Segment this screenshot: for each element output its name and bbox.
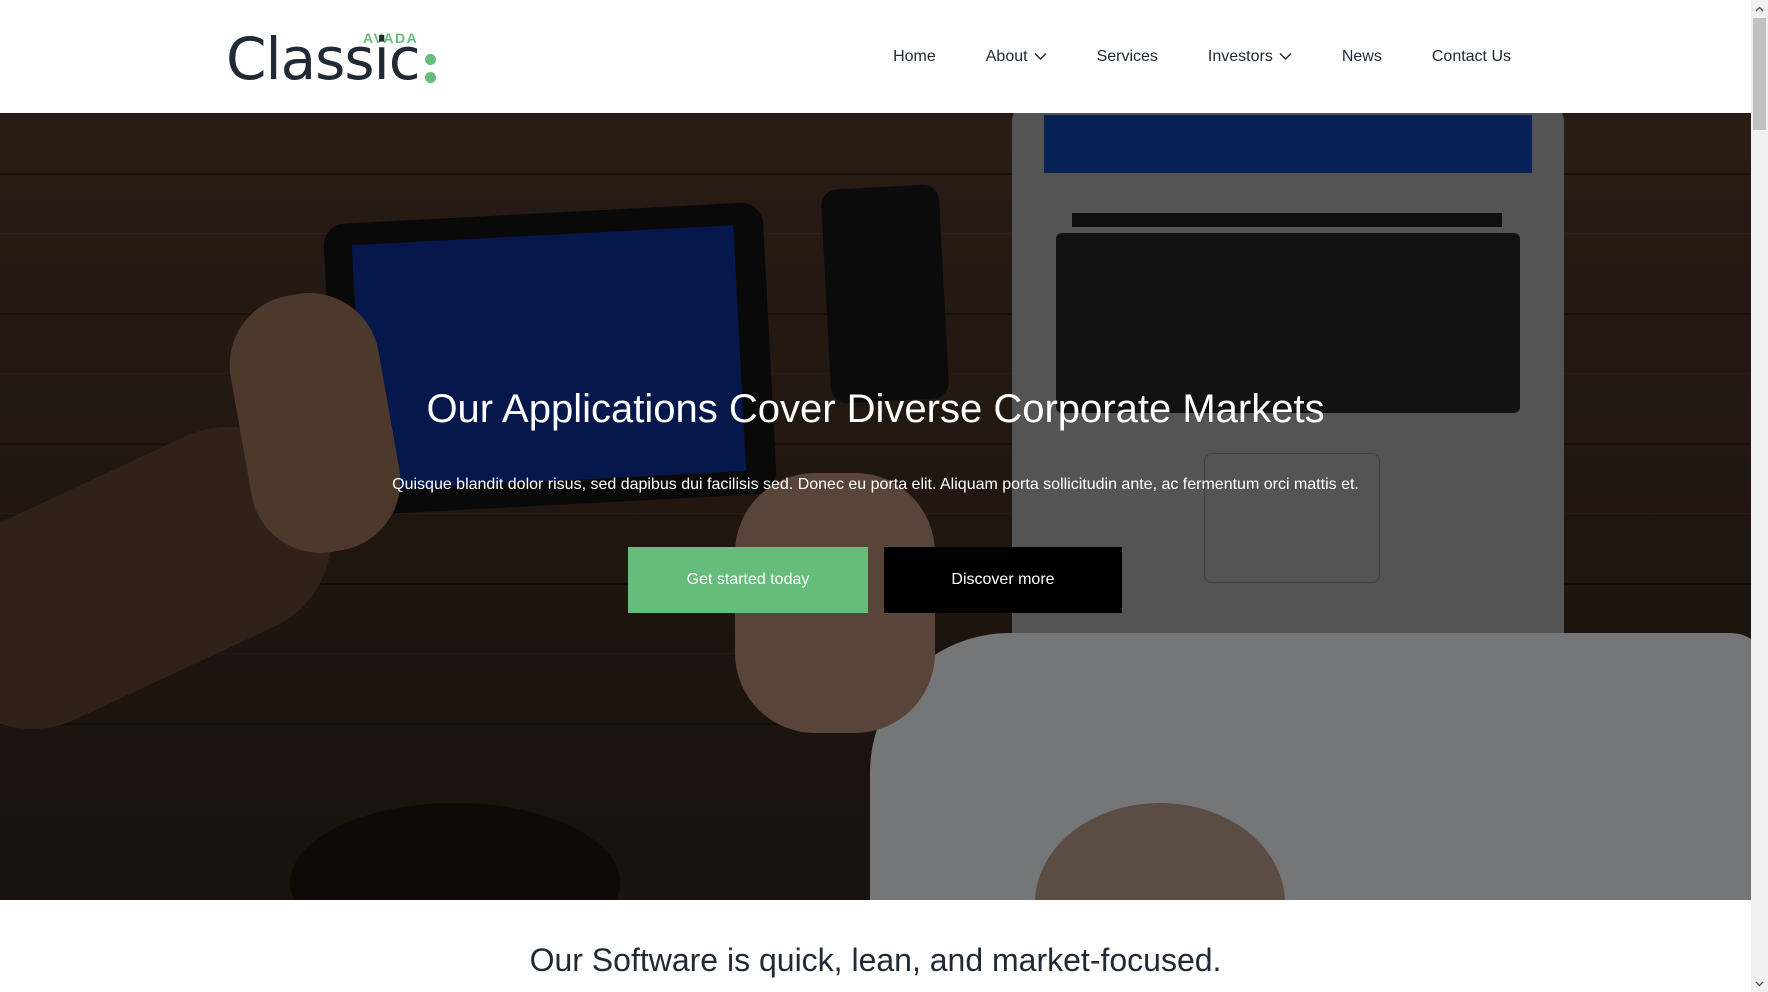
site-logo[interactable]: AVADA Classic <box>226 28 446 88</box>
nav-item-label: Investors <box>1207 47 1273 65</box>
hero-subtitle: Quisque blandit dolor risus, sed dapibus… <box>392 476 1359 493</box>
nav-item-label: About <box>985 47 1028 65</box>
nav-item-label: News <box>1341 47 1382 65</box>
nav-item-investors[interactable]: Investors <box>1208 48 1292 66</box>
nav-item-label: Home <box>893 47 936 65</box>
nav-item-services[interactable]: Services <box>1097 48 1158 66</box>
hero-dark-overlay <box>0 113 1751 900</box>
nav-item-label: Contact Us <box>1431 47 1511 65</box>
get-started-button[interactable]: Get started today <box>628 547 868 613</box>
scroll-up-arrow-icon[interactable] <box>1751 0 1768 17</box>
page: AVADA Classic Home About Services Invest… <box>0 0 1751 992</box>
discover-more-button[interactable]: Discover more <box>884 547 1122 613</box>
scroll-down-arrow-icon[interactable] <box>1751 975 1768 992</box>
main-nav: Home About Services Investors News Conta… <box>843 0 1511 113</box>
nav-item-news[interactable]: News <box>1342 48 1382 66</box>
nav-item-home[interactable]: Home <box>893 48 936 66</box>
hero-button-group: Get started today Discover more <box>628 547 1122 613</box>
chevron-down-icon <box>1279 52 1292 61</box>
hero-section: Our Applications Cover Diverse Corporate… <box>0 113 1751 900</box>
logo-colon-mark <box>425 50 437 86</box>
section-title: Our Software is quick, lean, and market-… <box>529 942 1222 978</box>
hero-title: Our Applications Cover Diverse Corporate… <box>426 387 1325 431</box>
nav-item-label: Services <box>1096 47 1158 65</box>
nav-item-contact[interactable]: Contact Us <box>1432 48 1511 66</box>
logo-main-text: Classic <box>226 25 421 93</box>
chevron-down-icon <box>1034 52 1047 61</box>
site-header: AVADA Classic Home About Services Invest… <box>0 0 1751 113</box>
nav-item-about[interactable]: About <box>986 48 1047 66</box>
scrollbar-thumb[interactable] <box>1753 18 1766 130</box>
vertical-scrollbar[interactable] <box>1751 0 1768 992</box>
